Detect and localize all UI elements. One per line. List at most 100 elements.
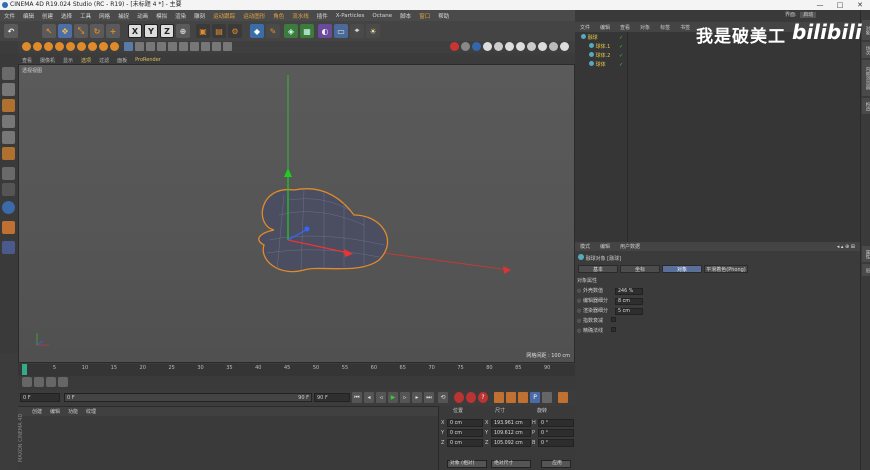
menu-help[interactable]: 帮助 [434, 12, 453, 20]
play-icon[interactable]: ▶ [388, 392, 398, 403]
size-y-field[interactable]: 109.612 cm [491, 429, 531, 437]
array-generator-icon[interactable]: ▦ [300, 24, 314, 38]
menu-select[interactable]: 选择 [57, 12, 76, 20]
viewport-menu-panel[interactable]: 面板 [113, 57, 131, 64]
octane-icon[interactable] [538, 42, 547, 51]
position-x-field[interactable]: 0 cm [447, 419, 483, 427]
octane-icon[interactable] [461, 42, 470, 51]
polygons-mode-icon[interactable] [2, 147, 15, 160]
timeline-window-icon[interactable] [558, 392, 568, 403]
mode-icon[interactable] [99, 42, 108, 51]
obj-menu-file[interactable]: 文件 [575, 24, 595, 31]
cube-primitive-icon[interactable]: ◆ [250, 24, 264, 38]
animate-dot-icon[interactable]: ◎ [577, 308, 581, 314]
perspective-viewport[interactable]: 透视视图 网格间距 : 100 cm [18, 64, 575, 363]
next-keyframe-icon[interactable]: ▸ [412, 392, 422, 403]
menu-render[interactable]: 渲染 [171, 12, 190, 20]
animate-dot-icon[interactable]: ◎ [577, 318, 581, 324]
timeline-ruler[interactable]: 051015202530354045505560657075808590 [18, 364, 575, 376]
apply-button[interactable]: 应用 [541, 460, 571, 468]
position-z-field[interactable]: 0 cm [447, 439, 483, 447]
material-menu-function[interactable]: 功能 [64, 408, 82, 415]
menu-sculpt[interactable]: 雕刻 [190, 12, 209, 20]
start-frame-field[interactable]: 0 F [20, 393, 60, 402]
size-mode-select[interactable]: 绝对尺寸 [491, 460, 531, 468]
viewport-menu-display[interactable]: 显示 [59, 57, 77, 64]
viewport-menu-options[interactable]: 选项 [77, 57, 95, 64]
viewport-layout-icon[interactable] [168, 42, 177, 51]
attr-menu-mode[interactable]: 模式 [575, 243, 595, 250]
tab-object[interactable]: 对象 [662, 265, 702, 273]
z-axis-arrow-icon[interactable] [304, 226, 310, 232]
mode-icon[interactable] [88, 42, 97, 51]
menu-plugins[interactable]: 插件 [313, 12, 332, 20]
light-icon[interactable]: ☀ [366, 24, 380, 38]
next-frame-icon[interactable]: ▹ [400, 392, 410, 403]
menu-create[interactable]: 创建 [38, 12, 57, 20]
render-picture-viewer-icon[interactable]: ▤ [212, 24, 226, 38]
menu-window[interactable]: 窗口 [415, 12, 434, 20]
mode-icon[interactable] [22, 42, 31, 51]
key-parameter-icon[interactable]: P [530, 392, 540, 403]
material-menu-edit[interactable]: 编辑 [46, 408, 64, 415]
rotation-p-field[interactable]: 0 ° [538, 429, 574, 437]
viewport-layout-icon[interactable] [146, 42, 155, 51]
object-row-sphere[interactable]: 球体 ✓ [589, 61, 649, 69]
pen-spline-icon[interactable]: ✎ [266, 24, 280, 38]
obj-menu-tags[interactable]: 标签 [655, 24, 675, 31]
record-icon[interactable] [454, 392, 464, 403]
camera-icon[interactable]: ⌖ [350, 24, 364, 38]
axis-mode-icon[interactable] [2, 167, 15, 180]
keyframe-icon[interactable] [34, 377, 44, 387]
coordinate-system-icon[interactable]: ⊕ [176, 24, 190, 38]
rotation-b-field[interactable]: 0 ° [538, 439, 574, 447]
mode-icon[interactable] [44, 42, 53, 51]
tweak-mode-icon[interactable] [2, 183, 15, 196]
workplane-icon[interactable] [2, 221, 15, 234]
obj-menu-view[interactable]: 查看 [615, 24, 635, 31]
keyframe-icon[interactable] [58, 377, 68, 387]
loop-icon[interactable]: ⟲ [438, 392, 448, 403]
octane-icon[interactable] [560, 42, 569, 51]
menu-animate[interactable]: 动画 [133, 12, 152, 20]
z-axis-lock-button[interactable]: Z [160, 24, 174, 38]
mode-icon[interactable] [33, 42, 42, 51]
menu-snap[interactable]: 捕捉 [114, 12, 133, 20]
maximize-button[interactable]: □ [830, 0, 850, 10]
edges-mode-icon[interactable] [2, 131, 15, 144]
render-settings-icon[interactable]: ⚙ [228, 24, 242, 38]
previous-keyframe-icon[interactable]: ◂ [364, 392, 374, 403]
previous-frame-icon[interactable]: ◃ [376, 392, 386, 403]
viewport-layout-icon[interactable] [124, 42, 133, 51]
viewport-layout-icon[interactable] [179, 42, 188, 51]
viewport-layout-icon[interactable] [190, 42, 199, 51]
menu-edit[interactable]: 编辑 [19, 12, 38, 20]
tab-basic[interactable]: 基本 [578, 265, 618, 273]
rotate-tool-icon[interactable]: ↻ [90, 24, 104, 38]
floor-icon[interactable]: ▭ [334, 24, 348, 38]
lock-workplane-icon[interactable] [2, 241, 15, 254]
side-tab-attributes[interactable]: 属性 [862, 246, 870, 262]
octane-icon[interactable] [505, 42, 514, 51]
hull-value-field[interactable]: 246 % [615, 288, 643, 295]
add-object-icon[interactable]: + [106, 24, 120, 38]
make-editable-icon[interactable] [2, 67, 15, 80]
menu-script[interactable]: 脚本 [396, 12, 415, 20]
key-position-icon[interactable] [494, 392, 504, 403]
points-mode-icon[interactable] [2, 115, 15, 128]
material-menu-texture[interactable]: 纹理 [82, 408, 100, 415]
material-menu-create[interactable]: 创建 [28, 408, 46, 415]
coord-mode-select[interactable]: 对象 (相对) [447, 460, 487, 468]
accurate-normals-checkbox[interactable] [610, 327, 616, 332]
visibility-check-icon[interactable]: ✓ [619, 61, 623, 69]
attr-nav-icons[interactable]: ◂ ▴ ⊕ ⊞ [832, 244, 860, 250]
menu-octane[interactable]: Octane [368, 13, 396, 19]
menu-character[interactable]: 角色 [269, 12, 288, 20]
key-pla-icon[interactable] [542, 392, 552, 403]
deformer-icon[interactable]: ◐ [318, 24, 332, 38]
side-tab-content-browser[interactable]: 内容浏览器 [862, 60, 870, 96]
editor-subdivision-field[interactable]: 8 cm [615, 298, 643, 305]
menu-mesh[interactable]: 网格 [95, 12, 114, 20]
object-row-sphere2[interactable]: 球体.2 ✓ [589, 52, 649, 60]
object-row-metaball[interactable]: 融球 ✓ [581, 34, 641, 42]
